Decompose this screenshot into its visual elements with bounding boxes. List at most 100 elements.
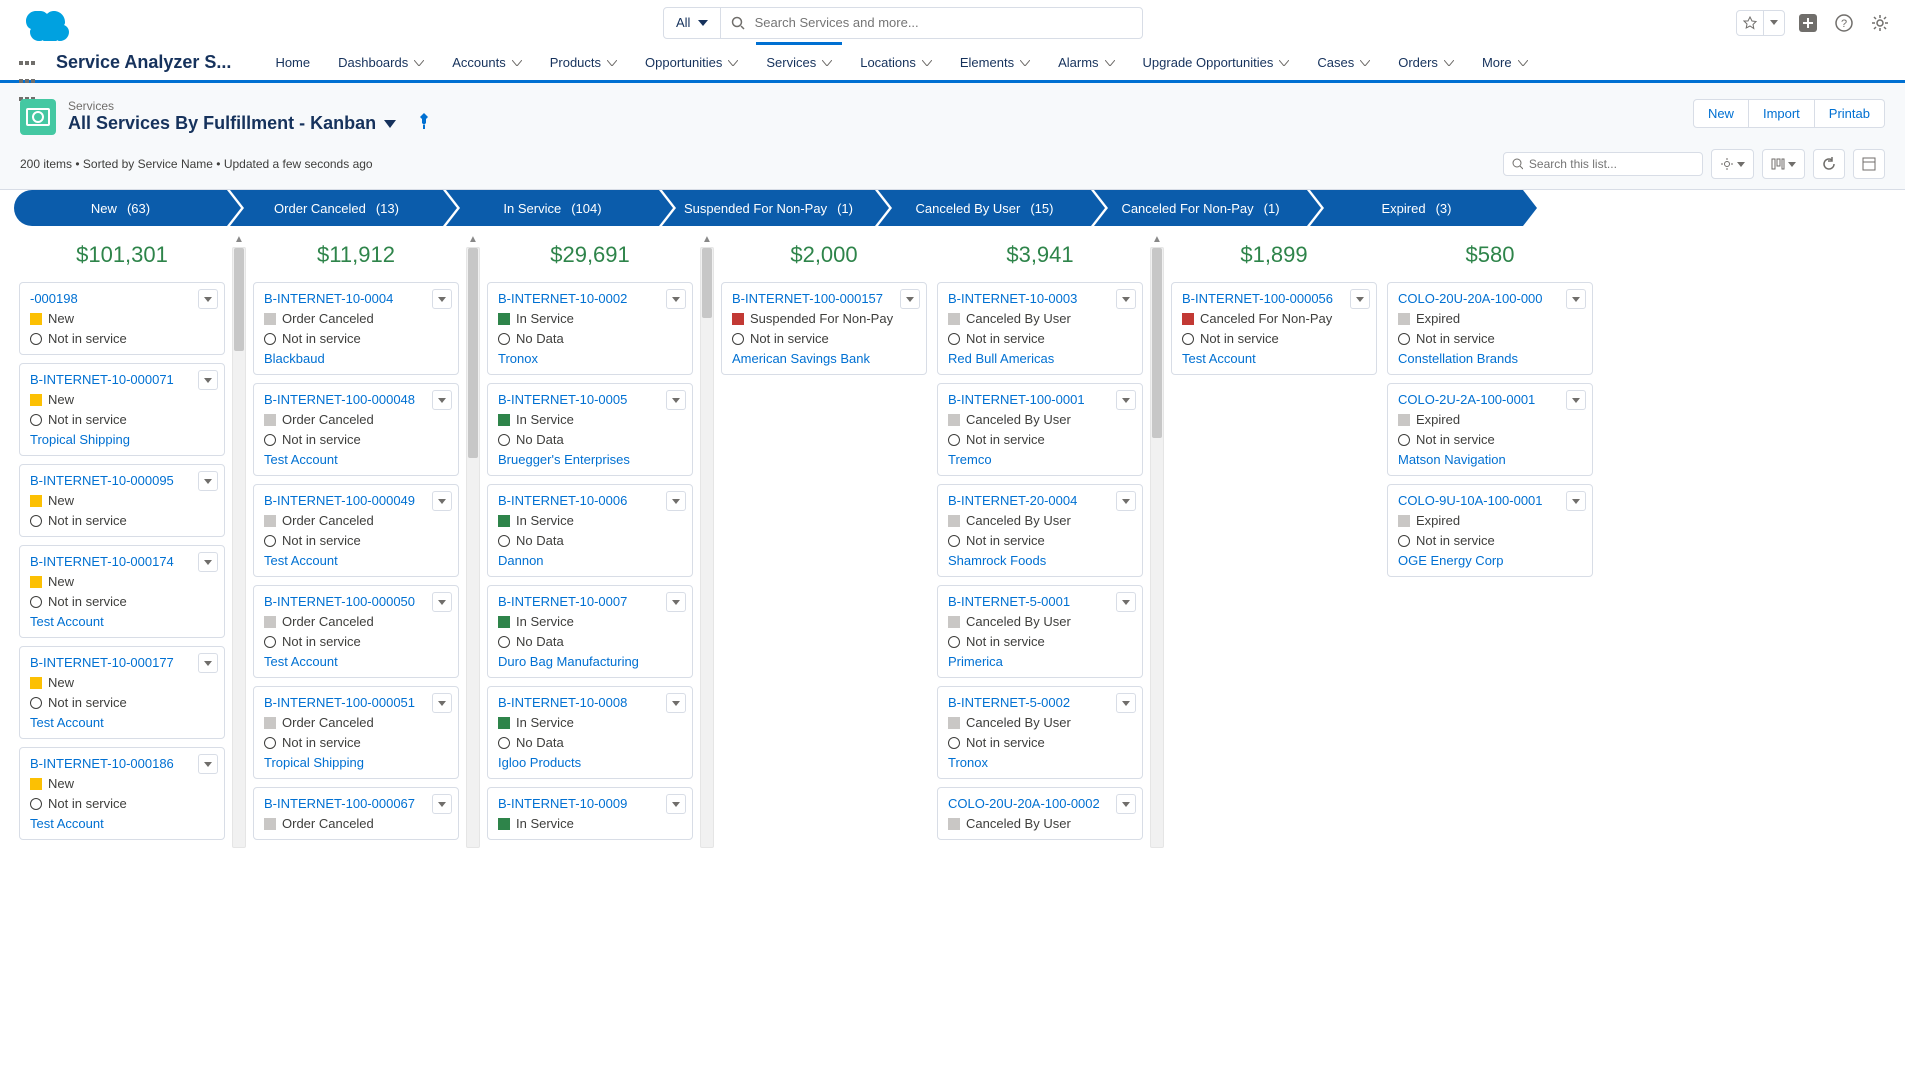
card-name-link[interactable]: B-INTERNET-5-0002 xyxy=(948,695,1132,710)
column-scrollbar[interactable]: ▲ xyxy=(1148,232,1166,848)
card-menu-button[interactable] xyxy=(1116,592,1136,612)
card-account-link[interactable]: Test Account xyxy=(30,816,214,831)
card-name-link[interactable]: -000198 xyxy=(30,291,214,306)
kanban-card[interactable]: COLO-20U-20A-100-000ExpiredNot in servic… xyxy=(1387,282,1593,375)
card-menu-button[interactable] xyxy=(1116,693,1136,713)
card-account-link[interactable]: Tremco xyxy=(948,452,1132,467)
kanban-card[interactable]: B-INTERNET-10-0007In ServiceNo DataDuro … xyxy=(487,585,693,678)
kanban-card[interactable]: B-INTERNET-100-000067Order Canceled xyxy=(253,787,459,840)
help-button[interactable]: ? xyxy=(1831,10,1857,36)
scroll-thumb[interactable] xyxy=(468,248,478,458)
chart-button[interactable] xyxy=(1853,149,1885,179)
scroll-thumb[interactable] xyxy=(1152,248,1162,438)
card-name-link[interactable]: B-INTERNET-100-0001 xyxy=(948,392,1132,407)
card-menu-button[interactable] xyxy=(666,491,686,511)
nav-item-more[interactable]: More xyxy=(1474,45,1536,80)
card-menu-button[interactable] xyxy=(1116,390,1136,410)
kanban-card[interactable]: B-INTERNET-10-000095NewNot in service xyxy=(19,464,225,537)
path-stage[interactable]: In Service (104) xyxy=(446,190,659,226)
scroll-track[interactable] xyxy=(1150,247,1164,848)
kanban-card[interactable]: -000198NewNot in service xyxy=(19,282,225,355)
card-menu-button[interactable] xyxy=(666,693,686,713)
card-name-link[interactable]: COLO-20U-20A-100-0002 xyxy=(948,796,1132,811)
card-name-link[interactable]: COLO-20U-20A-100-000 xyxy=(1398,291,1582,306)
kanban-card[interactable]: B-INTERNET-100-000157Suspended For Non-P… xyxy=(721,282,927,375)
card-name-link[interactable]: B-INTERNET-100-000051 xyxy=(264,695,448,710)
card-account-link[interactable]: Duro Bag Manufacturing xyxy=(498,654,682,669)
printab-button[interactable]: Printab xyxy=(1815,99,1885,128)
kanban-card[interactable]: B-INTERNET-10-0009In Service xyxy=(487,787,693,840)
card-menu-button[interactable] xyxy=(432,289,452,309)
card-account-link[interactable]: Red Bull Americas xyxy=(948,351,1132,366)
card-name-link[interactable]: B-INTERNET-10-0009 xyxy=(498,796,682,811)
card-name-link[interactable]: COLO-2U-2A-100-0001 xyxy=(1398,392,1582,407)
card-menu-button[interactable] xyxy=(1566,289,1586,309)
kanban-card[interactable]: B-INTERNET-10-0005In ServiceNo DataBrueg… xyxy=(487,383,693,476)
card-menu-button[interactable] xyxy=(666,390,686,410)
scroll-track[interactable] xyxy=(232,247,246,848)
card-name-link[interactable]: B-INTERNET-10-0006 xyxy=(498,493,682,508)
card-menu-button[interactable] xyxy=(900,289,920,309)
path-stage[interactable]: Expired (3) xyxy=(1310,190,1523,226)
card-name-link[interactable]: B-INTERNET-100-000048 xyxy=(264,392,448,407)
card-menu-button[interactable] xyxy=(198,754,218,774)
path-stage[interactable]: Suspended For Non-Pay (1) xyxy=(662,190,875,226)
card-menu-button[interactable] xyxy=(432,592,452,612)
card-name-link[interactable]: B-INTERNET-10-0007 xyxy=(498,594,682,609)
card-account-link[interactable]: Test Account xyxy=(1182,351,1366,366)
card-name-link[interactable]: B-INTERNET-100-000157 xyxy=(732,291,916,306)
kanban-card[interactable]: B-INTERNET-100-000049Order CanceledNot i… xyxy=(253,484,459,577)
kanban-card[interactable]: COLO-2U-2A-100-0001ExpiredNot in service… xyxy=(1387,383,1593,476)
card-menu-button[interactable] xyxy=(198,653,218,673)
card-name-link[interactable]: B-INTERNET-10-0005 xyxy=(498,392,682,407)
card-account-link[interactable]: Shamrock Foods xyxy=(948,553,1132,568)
path-stage[interactable]: New (63) xyxy=(14,190,227,226)
kanban-card[interactable]: COLO-20U-20A-100-0002Canceled By User xyxy=(937,787,1143,840)
card-name-link[interactable]: B-INTERNET-10-000177 xyxy=(30,655,214,670)
scroll-track[interactable] xyxy=(466,247,480,848)
card-menu-button[interactable] xyxy=(1350,289,1370,309)
kanban-card[interactable]: B-INTERNET-10-0003Canceled By UserNot in… xyxy=(937,282,1143,375)
kanban-card[interactable]: B-INTERNET-10-0008In ServiceNo DataIgloo… xyxy=(487,686,693,779)
kanban-card[interactable]: B-INTERNET-10-000177NewNot in serviceTes… xyxy=(19,646,225,739)
card-account-link[interactable]: Test Account xyxy=(30,614,214,629)
card-menu-button[interactable] xyxy=(1566,491,1586,511)
kanban-card[interactable]: B-INTERNET-100-000056Canceled For Non-Pa… xyxy=(1171,282,1377,375)
card-menu-button[interactable] xyxy=(1566,390,1586,410)
global-actions-button[interactable] xyxy=(1795,10,1821,36)
card-menu-button[interactable] xyxy=(432,794,452,814)
card-menu-button[interactable] xyxy=(198,370,218,390)
favorites-button[interactable] xyxy=(1736,10,1785,36)
column-scrollbar[interactable]: ▲ xyxy=(464,232,482,848)
path-stage[interactable]: Canceled By User (15) xyxy=(878,190,1091,226)
column-scrollbar[interactable]: ▲ xyxy=(230,232,248,848)
card-menu-button[interactable] xyxy=(666,592,686,612)
display-as-button[interactable] xyxy=(1762,149,1805,179)
list-view-controls-button[interactable] xyxy=(1711,149,1754,179)
card-name-link[interactable]: B-INTERNET-10-0003 xyxy=(948,291,1132,306)
card-menu-button[interactable] xyxy=(198,471,218,491)
kanban-card[interactable]: B-INTERNET-10-000186NewNot in serviceTes… xyxy=(19,747,225,840)
card-account-link[interactable]: Test Account xyxy=(30,715,214,730)
kanban-card[interactable]: B-INTERNET-100-000050Order CanceledNot i… xyxy=(253,585,459,678)
card-menu-button[interactable] xyxy=(198,552,218,572)
card-menu-button[interactable] xyxy=(666,289,686,309)
path-stage[interactable]: Canceled For Non-Pay (1) xyxy=(1094,190,1307,226)
card-name-link[interactable]: B-INTERNET-10-000095 xyxy=(30,473,214,488)
card-menu-button[interactable] xyxy=(432,693,452,713)
nav-item-home[interactable]: Home xyxy=(267,45,318,80)
card-menu-button[interactable] xyxy=(432,491,452,511)
card-account-link[interactable]: Tronox xyxy=(948,755,1132,770)
kanban-card[interactable]: B-INTERNET-100-0001Canceled By UserNot i… xyxy=(937,383,1143,476)
card-account-link[interactable]: Tropical Shipping xyxy=(264,755,448,770)
kanban-card[interactable]: B-INTERNET-20-0004Canceled By UserNot in… xyxy=(937,484,1143,577)
global-search-input[interactable] xyxy=(755,15,1132,30)
pin-icon[interactable] xyxy=(410,113,430,134)
column-scrollbar[interactable]: ▲ xyxy=(698,232,716,848)
kanban-card[interactable]: B-INTERNET-10-000174NewNot in serviceTes… xyxy=(19,545,225,638)
nav-item-accounts[interactable]: Accounts xyxy=(444,45,529,80)
card-account-link[interactable]: Igloo Products xyxy=(498,755,682,770)
card-name-link[interactable]: B-INTERNET-100-000050 xyxy=(264,594,448,609)
card-name-link[interactable]: B-INTERNET-10-0008 xyxy=(498,695,682,710)
kanban-card[interactable]: B-INTERNET-5-0001Canceled By UserNot in … xyxy=(937,585,1143,678)
